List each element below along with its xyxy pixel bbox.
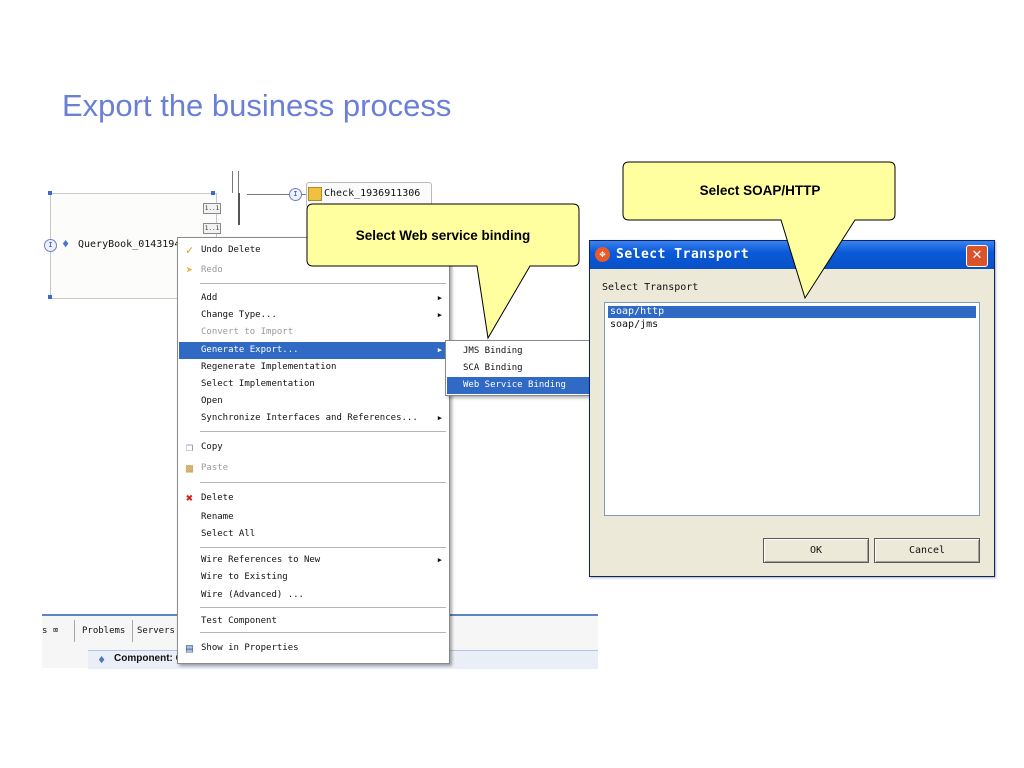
copy-icon: ❐ [185, 440, 194, 454]
cancel-button[interactable]: Cancel [874, 538, 980, 563]
menu-item-label: Show in Properties [201, 643, 299, 653]
export-submenu: JMS Binding SCA Binding Web Service Bind… [445, 340, 592, 396]
menu-separator [200, 431, 446, 432]
process-icon: ♦ [62, 237, 70, 251]
callout-shape [622, 161, 896, 300]
list-item-label: soap/jms [610, 319, 659, 330]
properties-icon: ▤ [185, 641, 194, 655]
paste-icon: ▩ [185, 461, 194, 475]
menu-item-wire-to-existing[interactable]: Wire to Existing [179, 569, 448, 586]
menu-item-label: Redo [201, 265, 223, 275]
submenu-item-web-service-binding[interactable]: Web Service Binding [447, 377, 590, 394]
selection-handle[interactable] [211, 191, 215, 195]
wire-line [232, 171, 233, 193]
list-item-soap-jms[interactable]: soap/jms [608, 319, 976, 331]
callout-shape [306, 203, 580, 340]
menu-item-show-in-properties[interactable]: ▤ Show in Properties [179, 640, 448, 657]
undo-icon: ✓ [185, 243, 194, 257]
selection-handle[interactable] [48, 191, 52, 195]
callout-text: Select Web service binding [355, 228, 531, 243]
transport-list[interactable]: soap/http soap/jms [604, 302, 980, 516]
menu-item-generate-export[interactable]: Generate Export... ▶ [179, 342, 448, 359]
submenu-arrow-icon: ▶ [437, 556, 442, 564]
list-item-soap-http[interactable]: soap/http [608, 306, 976, 318]
menu-separator [200, 632, 446, 633]
menu-item-label: Paste [201, 463, 229, 473]
tab-problems[interactable]: Problems [82, 626, 125, 636]
wire-line [247, 194, 312, 195]
app-icon: ✥ [595, 247, 610, 262]
wire-line [238, 193, 240, 225]
menu-item-label: Select Implementation [201, 379, 315, 389]
component-label: QueryBook_0143194 [78, 239, 181, 250]
component-icon [308, 187, 322, 201]
callout-web-service-binding: Select Web service binding [305, 203, 583, 341]
menu-item-regenerate-implementation[interactable]: Regenerate Implementation [179, 359, 448, 376]
menu-item-label: Open [201, 396, 223, 406]
tab-separator [74, 620, 75, 642]
menu-item-copy[interactable]: ❐ Copy [179, 439, 448, 456]
menu-item-label: Test Component [201, 616, 277, 626]
menu-item-label: Web Service Binding [463, 380, 566, 390]
menu-item-open[interactable]: Open [179, 393, 448, 410]
menu-item-wire-advanced[interactable]: Wire (Advanced) ... [179, 587, 448, 604]
submenu-item-jms-binding[interactable]: JMS Binding [447, 343, 590, 360]
menu-separator [200, 547, 446, 548]
multiplicity-badge: 1..1 [203, 203, 221, 214]
menu-item-paste[interactable]: ▩ Paste [179, 460, 448, 477]
menu-item-label: Wire to Existing [201, 572, 288, 582]
menu-item-label: Copy [201, 442, 223, 452]
close-icon[interactable]: ✕ [966, 245, 988, 267]
target-component-label: Check_1936911306 [324, 188, 421, 199]
menu-item-label: Regenerate Implementation [201, 362, 337, 372]
interface-icon[interactable]: I [289, 188, 302, 201]
menu-item-label: Delete [201, 493, 234, 503]
callout-soap-http: Select SOAP/HTTP [621, 161, 899, 301]
menu-item-label: Undo Delete [201, 245, 261, 255]
submenu-arrow-icon: ▶ [437, 346, 442, 354]
delete-icon: ✖ [185, 491, 194, 505]
menu-separator [200, 607, 446, 608]
menu-item-label: Generate Export... [201, 345, 299, 355]
menu-item-label: SCA Binding [463, 363, 523, 373]
menu-item-label: Change Type... [201, 310, 277, 320]
tab-properties[interactable]: s ⌧ [42, 626, 58, 636]
list-item-label: soap/http [610, 306, 665, 317]
menu-item-label: Rename [201, 512, 234, 522]
menu-item-label: JMS Binding [463, 346, 523, 356]
menu-separator [200, 482, 446, 483]
menu-item-select-implementation[interactable]: Select Implementation [179, 376, 448, 393]
menu-item-label: Synchronize Interfaces and References... [201, 413, 418, 423]
tab-servers[interactable]: Servers [137, 626, 175, 636]
menu-item-label: Convert to Import [201, 327, 294, 337]
menu-item-wire-references-to-new[interactable]: Wire References to New ▶ [179, 552, 448, 569]
menu-item-rename[interactable]: Rename [179, 509, 448, 526]
interface-icon[interactable]: I [44, 239, 57, 252]
selection-handle[interactable] [48, 295, 52, 299]
ok-button[interactable]: OK [763, 538, 869, 563]
submenu-item-sca-binding[interactable]: SCA Binding [447, 360, 590, 377]
menu-item-delete[interactable]: ✖ Delete [179, 490, 448, 507]
multiplicity-badge: 1..1 [203, 223, 221, 234]
menu-item-label: Add [201, 293, 218, 303]
menu-item-select-all[interactable]: Select All [179, 526, 448, 543]
submenu-arrow-icon: ▶ [437, 414, 442, 422]
wire-line [238, 171, 239, 193]
tab-separator [132, 620, 133, 642]
menu-item-synchronize[interactable]: Synchronize Interfaces and References...… [179, 410, 448, 427]
redo-icon: ➤ [185, 263, 194, 277]
menu-item-label: Wire (Advanced) ... [201, 590, 304, 600]
menu-item-label: Wire References to New [201, 555, 321, 565]
menu-item-test-component[interactable]: Test Component [179, 613, 448, 630]
menu-item-label: Select All [201, 529, 256, 539]
callout-text: Select SOAP/HTTP [699, 183, 821, 198]
slide-title: Export the business process [62, 88, 452, 123]
process-icon: ♦ [98, 653, 106, 667]
